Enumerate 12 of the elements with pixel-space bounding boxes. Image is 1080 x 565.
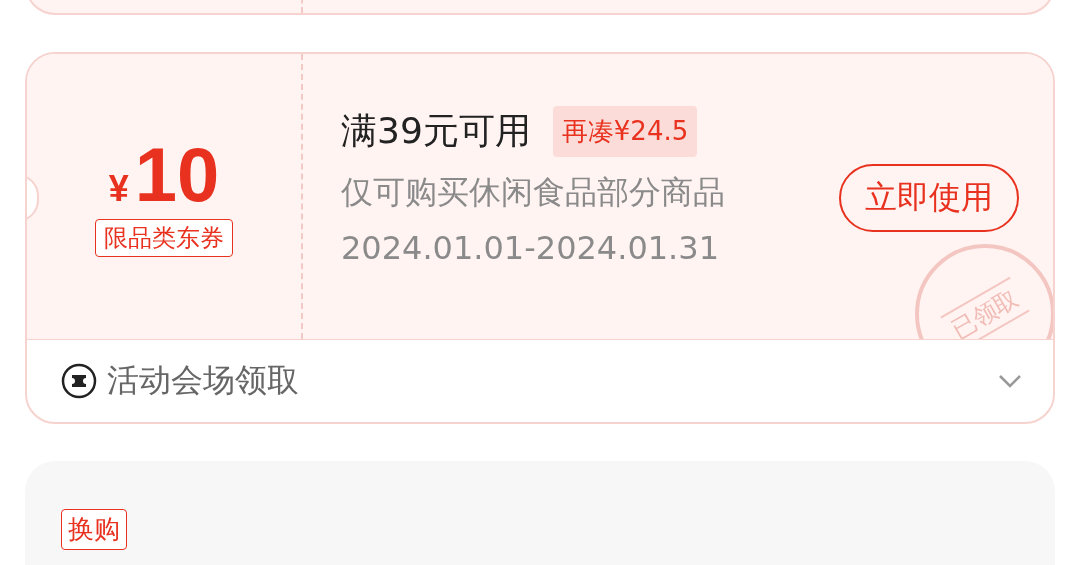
coupon-description: 仅可购买休闲食品部分商品	[341, 172, 725, 213]
ticket-icon	[61, 363, 97, 399]
currency-symbol: ¥	[108, 167, 129, 210]
validity-period: 2024.01.01-2024.01.31	[341, 229, 719, 267]
topup-tag: 再凑¥24.5	[552, 106, 698, 157]
scope-tag: 限品类东券	[95, 218, 233, 257]
coupon-condition: 满39元可用	[341, 109, 531, 153]
source-label: 活动会场领取	[107, 360, 300, 401]
exchange-tag: 换购	[61, 509, 127, 550]
chevron-icon[interactable]	[997, 373, 1023, 389]
coupon-amount: 10	[134, 136, 220, 213]
use-now-button[interactable]: 立即使用	[839, 164, 1019, 232]
